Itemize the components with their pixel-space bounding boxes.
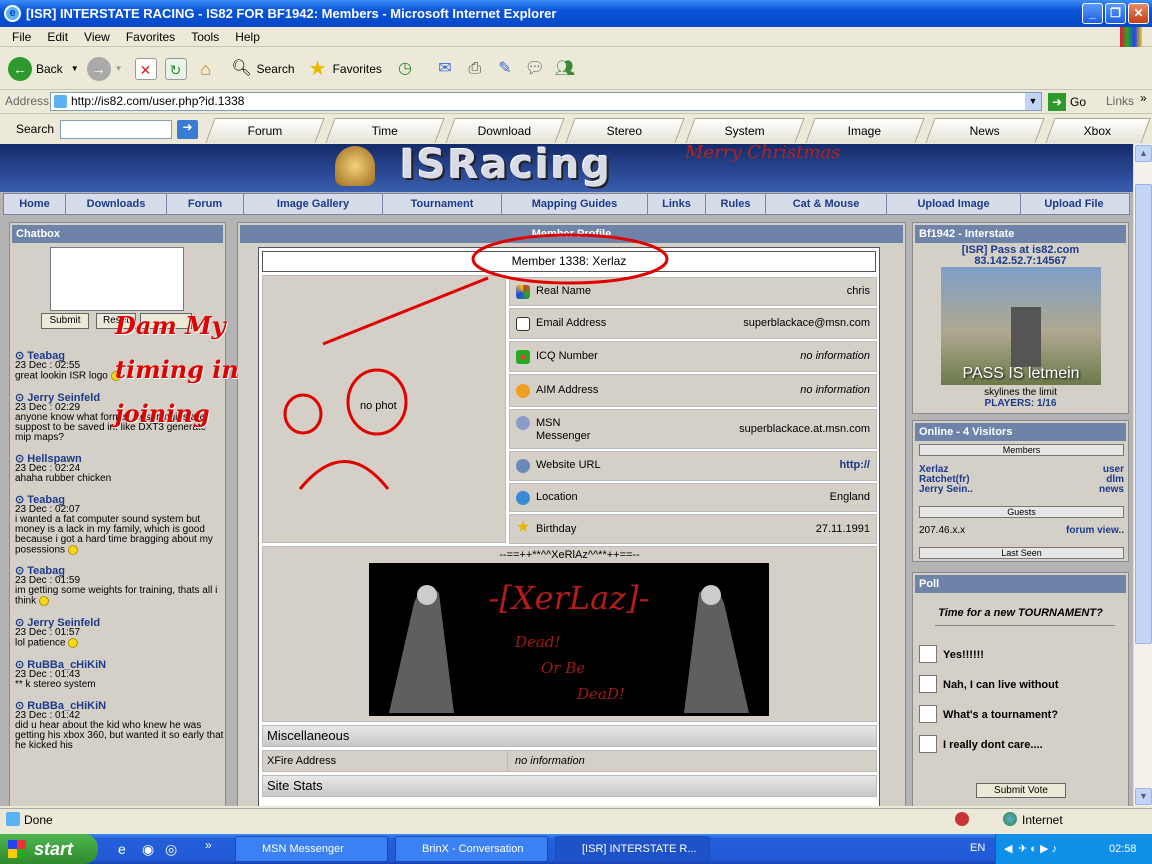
- mail-icon[interactable]: ✉: [434, 58, 456, 80]
- toolbar: ← Back ▼ → ▼ ✕ ↻ ⌂ 🔍︎ Search ★ Favorites ◷ ✉ …: [0, 48, 1152, 90]
- page-icon: [54, 95, 67, 108]
- search-icon: 🔍︎: [231, 59, 252, 77]
- minimize-button[interactable]: _: [1082, 3, 1103, 24]
- history-icon[interactable]: ◷: [394, 58, 416, 80]
- language-indicator[interactable]: EN: [970, 842, 985, 854]
- scroll-down-icon[interactable]: ▼: [1135, 788, 1152, 805]
- back-arrow-icon: ←: [8, 56, 32, 81]
- annotation-text: Dam My timing in joining: [115, 311, 239, 428]
- maximize-button[interactable]: ❐: [1105, 3, 1126, 24]
- window-title: [ISR] INTERSTATE RACING - IS82 FOR BF194…: [26, 6, 557, 21]
- links-tab-news[interactable]: News: [925, 118, 1045, 143]
- discuss-icon[interactable]: 💬︎: [524, 58, 546, 80]
- home-icon[interactable]: ⌂: [195, 58, 217, 80]
- web-page: ISRacing Merry Christmas Home Downloads …: [0, 144, 1133, 806]
- page-scrollbar[interactable]: ▲ ▼: [1133, 144, 1152, 806]
- chevron-right-icon[interactable]: »: [1140, 91, 1147, 105]
- scroll-thumb[interactable]: [1135, 184, 1152, 644]
- search-bar-label: Search: [16, 122, 55, 136]
- close-button[interactable]: ✕: [1128, 3, 1149, 24]
- forward-arrow-icon: →: [86, 56, 111, 81]
- system-tray: ◀ ✈ ◐ ▶ ♪ 02:58: [995, 834, 1152, 864]
- task-ie-window[interactable]: [ISR] INTERSTATE R...: [555, 836, 710, 862]
- scroll-up-icon[interactable]: ▲: [1135, 145, 1152, 162]
- edit-icon[interactable]: ✎: [494, 58, 516, 80]
- address-bar: Address http://is82.com/user.php?id.1338…: [0, 90, 1152, 114]
- favorites-star-icon: ★: [308, 57, 327, 80]
- links-label[interactable]: Links: [1106, 94, 1134, 108]
- red-annotation-drawing: [283, 233, 669, 490]
- status-bar: Done Internet: [0, 808, 1152, 830]
- links-tab-stereo[interactable]: Stereo: [565, 118, 685, 143]
- menu-bar: File Edit View Favorites Tools Help: [0, 27, 1152, 47]
- links-tab-system[interactable]: System: [685, 118, 805, 143]
- back-dropdown-icon[interactable]: ▼: [71, 64, 79, 73]
- favorites-button[interactable]: ★ Favorites: [303, 58, 382, 80]
- go-button[interactable]: ➜ Go: [1048, 93, 1086, 111]
- go-arrow-icon: ➜: [1048, 93, 1066, 111]
- popup-blocked-icon[interactable]: [955, 812, 969, 826]
- zone-text: Internet: [1022, 813, 1063, 827]
- menu-favorites[interactable]: Favorites: [118, 30, 183, 44]
- address-input[interactable]: http://is82.com/user.php?id.1338 ▼: [50, 92, 1042, 111]
- menu-edit[interactable]: Edit: [39, 30, 76, 44]
- links-tab-forum[interactable]: Forum: [205, 118, 325, 143]
- ie-icon: e: [4, 5, 21, 22]
- links-tab-download[interactable]: Download: [445, 118, 565, 143]
- page-done-icon: [6, 812, 20, 826]
- task-msn-messenger[interactable]: MSN Messenger: [235, 836, 388, 862]
- toolbar-search-go-button[interactable]: ➜: [177, 120, 198, 139]
- quicklaunch-chevron-icon[interactable]: »: [205, 838, 212, 852]
- quicklaunch-media-icon[interactable]: ◉: [142, 841, 154, 858]
- messenger-icon[interactable]: 👥︎: [554, 58, 576, 80]
- links-tab-xbox[interactable]: Xbox: [1045, 118, 1151, 143]
- quicklaunch-firefox-icon[interactable]: ◎: [165, 841, 177, 858]
- menu-file[interactable]: File: [4, 30, 39, 44]
- print-icon[interactable]: ⎙: [464, 58, 486, 80]
- links-tab-time[interactable]: Time: [325, 118, 445, 143]
- tray-apps-icon[interactable]: ✈ ◐ ▶ ♪: [1018, 834, 1057, 864]
- links-toolbar: Search ➜ Forum Time Download Stereo Syst…: [0, 115, 1152, 144]
- start-button[interactable]: start: [0, 834, 98, 864]
- window-title-bar: e [ISR] INTERSTATE RACING - IS82 FOR BF1…: [0, 0, 1152, 27]
- windows-start-icon: [8, 840, 26, 858]
- search-button[interactable]: 🔍︎ Search: [227, 58, 294, 80]
- menu-view[interactable]: View: [76, 30, 118, 44]
- toolbar-search-input[interactable]: [60, 120, 172, 139]
- internet-zone-icon: [1003, 812, 1017, 826]
- links-tab-image[interactable]: Image: [805, 118, 925, 143]
- stop-icon[interactable]: ✕: [134, 57, 157, 80]
- status-text: Done: [24, 813, 53, 827]
- forward-button[interactable]: → ▼: [86, 56, 123, 81]
- tray-chevron-icon[interactable]: ◀: [1004, 834, 1012, 864]
- refresh-icon[interactable]: ↻: [164, 57, 187, 80]
- back-button[interactable]: ← Back ▼: [8, 56, 79, 81]
- menu-help[interactable]: Help: [227, 30, 268, 44]
- windows-logo-icon: [1120, 27, 1142, 47]
- clock: 02:58: [1109, 843, 1137, 855]
- address-label: Address: [5, 94, 50, 108]
- taskbar: start e ◉ ◎ » MSN Messenger BrinX - Conv…: [0, 834, 1152, 864]
- quicklaunch-ie-icon[interactable]: e: [118, 841, 126, 857]
- menu-tools[interactable]: Tools: [183, 30, 227, 44]
- task-brinx-conversation[interactable]: BrinX - Conversation: [395, 836, 548, 862]
- address-dropdown-icon[interactable]: ▼: [1025, 93, 1041, 110]
